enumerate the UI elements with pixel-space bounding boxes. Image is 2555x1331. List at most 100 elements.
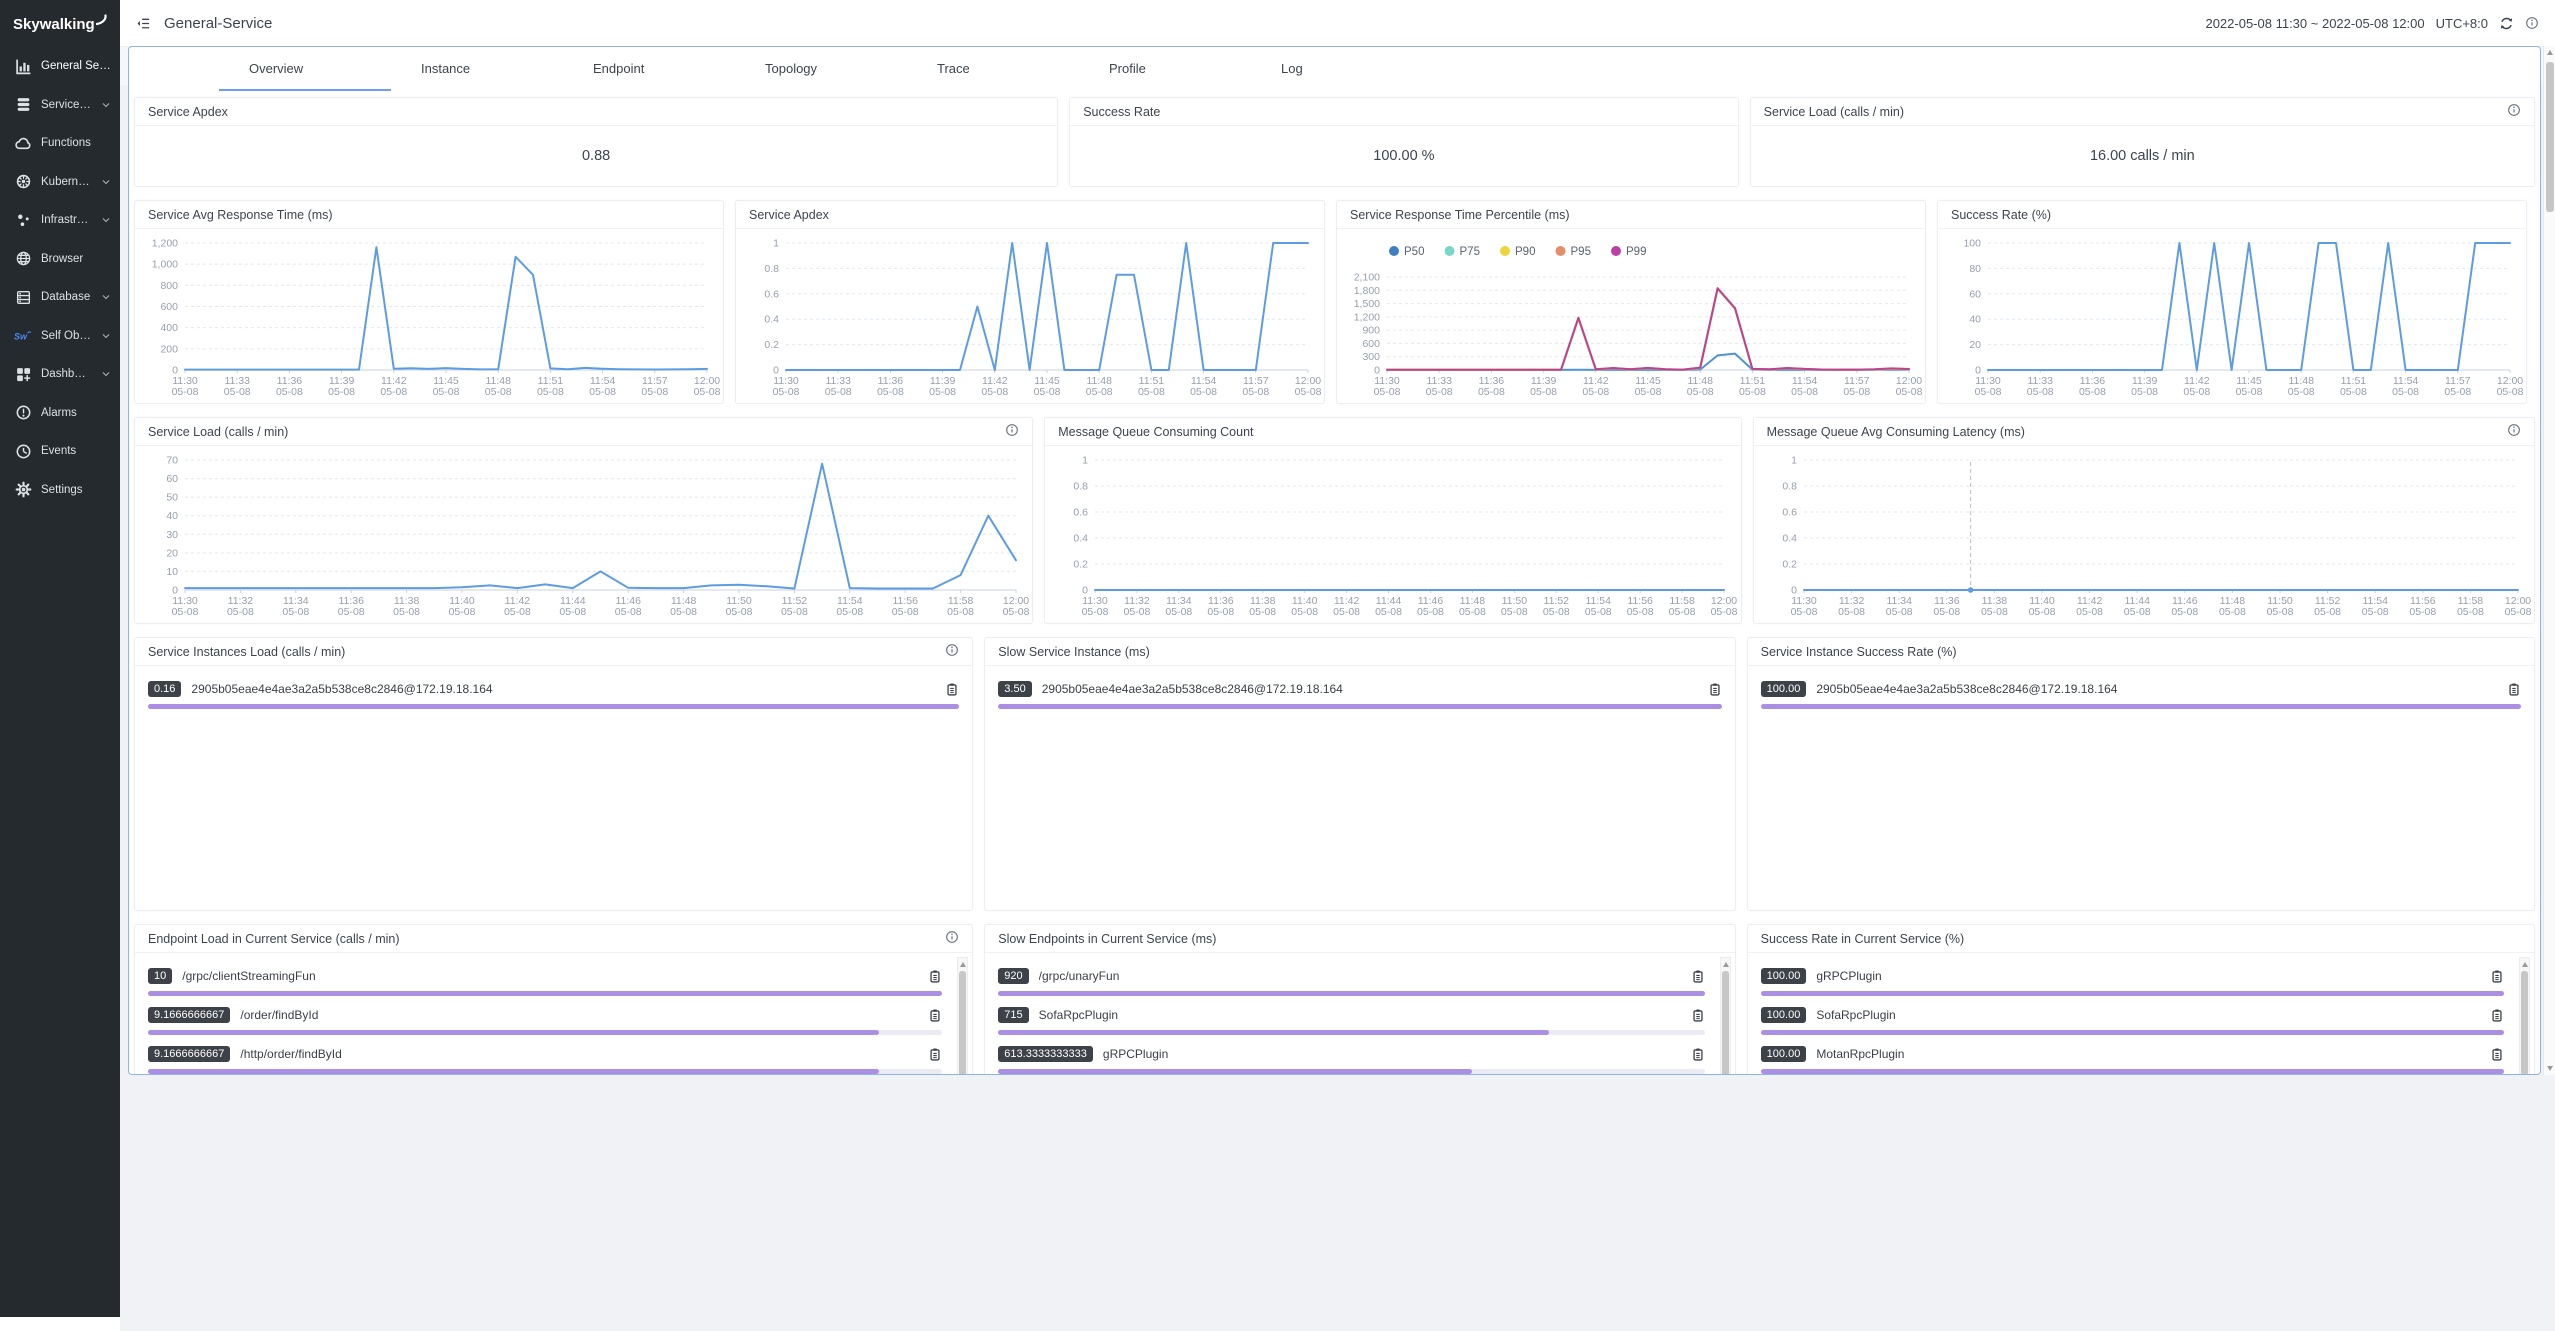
sidebar-item-browser[interactable]: Browser	[0, 240, 120, 279]
svg-text:05-08: 05-08	[1208, 606, 1235, 618]
svg-text:900: 900	[1362, 325, 1380, 337]
menu-fold-icon[interactable]	[136, 16, 151, 31]
refresh-icon[interactable]	[2499, 16, 2514, 31]
svg-text:05-08: 05-08	[1291, 606, 1318, 618]
charts-row-2: Service Load (calls / min) 0102030405060…	[134, 417, 2535, 624]
sidebar-item-functions[interactable]: Functions	[0, 124, 120, 163]
sidebar-item-infrastructure[interactable]: Infrastructure	[0, 201, 120, 240]
info-icon[interactable]	[1005, 423, 1019, 440]
copy-icon[interactable]	[2490, 1008, 2504, 1023]
scrollbar-thumb[interactable]	[1722, 971, 1729, 1075]
scrollbar-thumb[interactable]	[2546, 62, 2554, 212]
svg-text:05-08: 05-08	[2409, 606, 2436, 618]
copy-icon[interactable]	[1691, 1008, 1705, 1023]
list-scrollbar[interactable]	[1720, 957, 1731, 1075]
progress-bar	[148, 991, 942, 996]
sidebar-item-events[interactable]: Events	[0, 432, 120, 471]
endpoint-success-list: 100.00gRPCPlugin100.00SofaRpcPlugin100.0…	[1748, 953, 2534, 1075]
scroll-up-icon[interactable]	[2547, 50, 2553, 55]
copy-icon[interactable]	[2507, 682, 2521, 697]
alarm-icon	[14, 404, 32, 421]
avg-response-time-chart[interactable]: 02004006008001,0001,20011:3005-0811:3305…	[135, 229, 723, 403]
copy-icon[interactable]	[928, 1047, 942, 1062]
info-icon[interactable]	[2525, 16, 2539, 30]
dashboard-rows: Service Apdex 0.88 Success Rate 100.00 %…	[129, 91, 2540, 1075]
svg-text:0.6: 0.6	[1074, 507, 1089, 519]
svg-text:05-08: 05-08	[2340, 386, 2367, 398]
main-area: General-Service 2022-05-08 11:30 ~ 2022-…	[120, 0, 2555, 1331]
scroll-down-icon[interactable]	[2547, 1066, 2553, 1071]
card-success-rate-chart: Success Rate (%) 02040608010011:3005-081…	[1937, 200, 2527, 404]
copy-icon[interactable]	[2490, 969, 2504, 984]
copy-icon[interactable]	[945, 682, 959, 697]
svg-text:05-08: 05-08	[537, 386, 564, 398]
scroll-up-icon[interactable]	[1723, 962, 1729, 967]
scrollbar-thumb[interactable]	[2521, 971, 2528, 1075]
info-icon[interactable]	[945, 930, 959, 947]
sidebar-item-general-service[interactable]: General Service	[0, 47, 120, 86]
svg-text:05-08: 05-08	[1687, 386, 1714, 398]
svg-text:60: 60	[166, 473, 178, 485]
copy-icon[interactable]	[1691, 969, 1705, 984]
svg-text:50: 50	[166, 492, 178, 504]
tab-endpoint[interactable]: Endpoint	[563, 47, 735, 91]
sidebar-item-alarms[interactable]: Alarms	[0, 394, 120, 433]
tab-profile[interactable]: Profile	[1079, 47, 1251, 91]
sidebar-item-dashboards[interactable]: Dashboards	[0, 355, 120, 394]
tab-log[interactable]: Log	[1251, 47, 1423, 91]
globe-icon	[14, 250, 32, 267]
svg-text:05-08: 05-08	[504, 606, 531, 618]
svg-text:05-08: 05-08	[589, 386, 616, 398]
apdex-chart[interactable]: 00.20.40.60.8111:3005-0811:3305-0811:360…	[736, 229, 1324, 403]
scroll-up-icon[interactable]	[2522, 962, 2528, 967]
svg-text:05-08: 05-08	[2028, 606, 2055, 618]
copy-icon[interactable]	[1708, 682, 1722, 697]
tab-topology[interactable]: Topology	[735, 47, 907, 91]
svg-text:0.4: 0.4	[1074, 533, 1089, 545]
success-rate-chart[interactable]: 02040608010011:3005-0811:3305-0811:3605-…	[1938, 229, 2526, 403]
mq-latency-chart[interactable]: 00.20.40.60.8111:3005-0811:3205-0811:340…	[1754, 446, 2534, 623]
tab-instance[interactable]: Instance	[391, 47, 563, 91]
info-icon[interactable]	[2507, 423, 2521, 440]
service-load-chart[interactable]: 01020304050607011:3005-0811:3205-0811:34…	[135, 446, 1032, 623]
scroll-up-icon[interactable]	[960, 962, 966, 967]
stats-row: Service Apdex 0.88 Success Rate 100.00 %…	[134, 97, 2535, 187]
sidebar-item-self-observability[interactable]: SwSelf Observability	[0, 317, 120, 356]
svg-text:05-08: 05-08	[1082, 606, 1109, 618]
percentile-chart[interactable]: 03006009001,2001,5001,8002,10011:3005-08…	[1337, 229, 1925, 403]
svg-text:05-08: 05-08	[1086, 386, 1113, 398]
svg-text:05-08: 05-08	[2266, 606, 2293, 618]
scrollbar-thumb[interactable]	[959, 971, 966, 1075]
info-icon[interactable]	[2507, 103, 2521, 120]
copy-icon[interactable]	[928, 1008, 942, 1023]
svg-text:05-08: 05-08	[276, 386, 303, 398]
list-scrollbar[interactable]	[2519, 957, 2530, 1075]
copy-icon[interactable]	[2490, 1047, 2504, 1062]
svg-text:05-08: 05-08	[2183, 386, 2210, 398]
svg-text:20: 20	[166, 547, 178, 559]
time-range[interactable]: 2022-05-08 11:30 ~ 2022-05-08 12:00	[2205, 16, 2424, 31]
copy-icon[interactable]	[928, 969, 942, 984]
card-instance-load: Service Instances Load (calls / min) 0.1…	[134, 637, 973, 911]
page-scrollbar[interactable]	[2543, 46, 2555, 1075]
svg-text:0.2: 0.2	[1782, 559, 1797, 571]
value-badge: 100.00	[1761, 1046, 1807, 1062]
tab-trace[interactable]: Trace	[907, 47, 1079, 91]
copy-icon[interactable]	[1691, 1047, 1705, 1062]
timezone-label[interactable]: UTC+8:0	[2436, 16, 2488, 31]
sidebar-item-settings[interactable]: Settings	[0, 471, 120, 510]
svg-text:05-08: 05-08	[1375, 606, 1402, 618]
sidebar-item-database[interactable]: Database	[0, 278, 120, 317]
tab-overview[interactable]: Overview	[219, 47, 391, 91]
cloud-icon	[14, 135, 32, 152]
svg-text:05-08: 05-08	[1501, 606, 1528, 618]
svg-text:05-08: 05-08	[1242, 386, 1269, 398]
sidebar-item-service-mesh[interactable]: Service Mesh	[0, 86, 120, 125]
mq-count-chart[interactable]: 00.20.40.60.8111:3005-0811:3205-0811:340…	[1045, 446, 1740, 623]
svg-text:05-08: 05-08	[172, 386, 199, 398]
info-icon[interactable]	[945, 643, 959, 660]
list-scrollbar[interactable]	[957, 957, 968, 1075]
sidebar-item-kubernetes[interactable]: Kubernetes	[0, 163, 120, 202]
sidebar: Skywalking General ServiceService MeshFu…	[0, 0, 120, 1317]
endpoint-lists-row: Endpoint Load in Current Service (calls …	[134, 924, 2535, 1075]
